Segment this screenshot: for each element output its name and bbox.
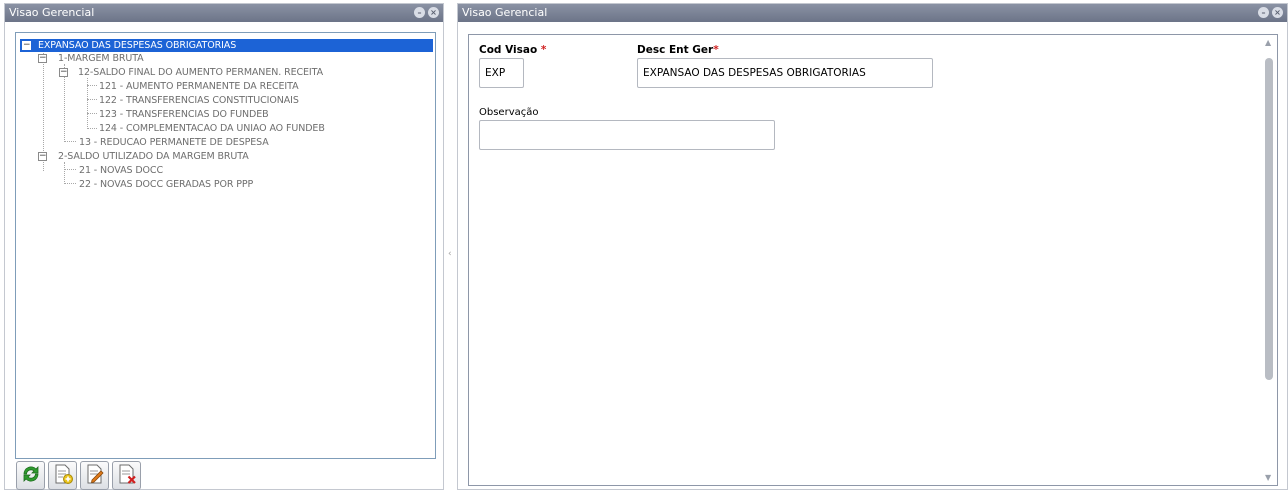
tree-node-label: 123 - TRANSFERENCIAS DO FUNDEB: [99, 109, 269, 120]
tree-node-label: 122 - TRANSFERENCIAS CONSTITUCIONAIS: [99, 95, 299, 106]
refresh-button[interactable]: [16, 461, 45, 490]
tree-node-label: 22 - NOVAS DOCC GERADAS POR PPP: [79, 179, 254, 190]
right-panel-title: Visao Gerencial: [462, 6, 548, 19]
minimize-icon[interactable]: –: [1258, 7, 1269, 18]
tree-node-label: EXPANSAO DAS DESPESAS OBRIGATORIAS: [38, 40, 237, 51]
desc-ent-ger-label: Desc Ent Ger*: [637, 44, 719, 56]
observacao-field[interactable]: [479, 120, 775, 150]
collapse-icon[interactable]: −: [59, 68, 68, 77]
form-scrollbar[interactable]: ▲ ▼: [1262, 36, 1276, 484]
delete-button[interactable]: [112, 461, 141, 490]
tree-connector: [64, 169, 76, 170]
tree-node-label: 2-SALDO UTILIZADO DA MARGEM BRUTA: [58, 151, 249, 162]
form-area: Cod Visao * EXP Desc Ent Ger* EXPANSAO D…: [468, 34, 1278, 486]
tree-connector: [64, 183, 76, 184]
tree-node[interactable]: 22 - NOVAS DOCC GERADAS POR PPP: [79, 178, 253, 191]
tree-node-root[interactable]: − EXPANSAO DAS DESPESAS OBRIGATORIAS: [20, 39, 433, 52]
tree-node-label: 124 - COMPLEMENTACAO DA UNIAO AO FUNDEB: [99, 123, 325, 134]
add-document-icon: [52, 463, 74, 489]
desc-ent-ger-field[interactable]: EXPANSAO DAS DESPESAS OBRIGATORIAS: [637, 58, 933, 88]
tree-node-label: 12-SALDO FINAL DO AUMENTO PERMANEN. RECE…: [78, 67, 323, 78]
tree-view[interactable]: − EXPANSAO DAS DESPESAS OBRIGATORIAS − 1…: [15, 32, 436, 459]
tree-node[interactable]: 21 - NOVAS DOCC: [79, 164, 163, 177]
refresh-icon: [20, 463, 42, 489]
tree-node-label: 13 - REDUCAO PERMANETE DE DESPESA: [79, 137, 269, 148]
visao-gerencial-tree-panel: Visao Gerencial – × − EXPANSAO DAS DESPE…: [4, 3, 444, 490]
scroll-down-icon[interactable]: ▼: [1265, 473, 1271, 482]
scrollbar-thumb[interactable]: [1265, 58, 1273, 380]
collapse-icon[interactable]: −: [38, 152, 47, 161]
minimize-icon[interactable]: –: [414, 7, 425, 18]
right-panel-titlebar: Visao Gerencial – ×: [458, 4, 1287, 22]
collapse-icon[interactable]: −: [38, 54, 47, 63]
tree-connector: [87, 113, 97, 114]
left-panel-titlebar: Visao Gerencial – ×: [5, 4, 443, 22]
tree-toolbar: [16, 461, 141, 490]
tree-node[interactable]: 122 - TRANSFERENCIAS CONSTITUCIONAIS: [99, 94, 299, 107]
tree-node[interactable]: 121 - AUMENTO PERMANENTE DA RECEITA: [99, 80, 299, 93]
tree-connector: [87, 99, 97, 100]
close-icon[interactable]: ×: [428, 7, 439, 18]
tree-node-label: 121 - AUMENTO PERMANENTE DA RECEITA: [99, 81, 299, 92]
tree-node[interactable]: 13 - REDUCAO PERMANETE DE DESPESA: [79, 136, 269, 149]
cod-visao-field[interactable]: EXP: [479, 58, 524, 88]
tree-connector: [64, 141, 76, 142]
tree-connector: [87, 128, 97, 129]
collapse-left-icon[interactable]: ‹: [448, 249, 452, 259]
panel-splitter[interactable]: ‹: [446, 3, 455, 490]
observacao-label: Observação: [479, 107, 539, 118]
tree-connector: [87, 85, 97, 86]
tree-connector: [64, 162, 65, 184]
delete-document-icon: [116, 463, 138, 489]
tree-node[interactable]: 124 - COMPLEMENTACAO DA UNIAO AO FUNDEB: [99, 122, 325, 135]
add-button[interactable]: [48, 461, 77, 490]
scroll-up-icon[interactable]: ▲: [1265, 38, 1271, 47]
tree-node-label: 21 - NOVAS DOCC: [79, 165, 163, 176]
close-icon[interactable]: ×: [1272, 7, 1283, 18]
edit-button[interactable]: [80, 461, 109, 490]
edit-document-icon: [84, 463, 106, 489]
tree-node[interactable]: 123 - TRANSFERENCIAS DO FUNDEB: [99, 108, 269, 121]
tree-node-label: 1-MARGEM BRUTA: [58, 53, 144, 64]
left-panel-title: Visao Gerencial: [9, 6, 95, 19]
visao-gerencial-form-panel: Visao Gerencial – × Cod Visao * EXP Desc…: [457, 3, 1288, 490]
collapse-icon[interactable]: −: [22, 41, 31, 50]
cod-visao-label: Cod Visao *: [479, 44, 547, 56]
